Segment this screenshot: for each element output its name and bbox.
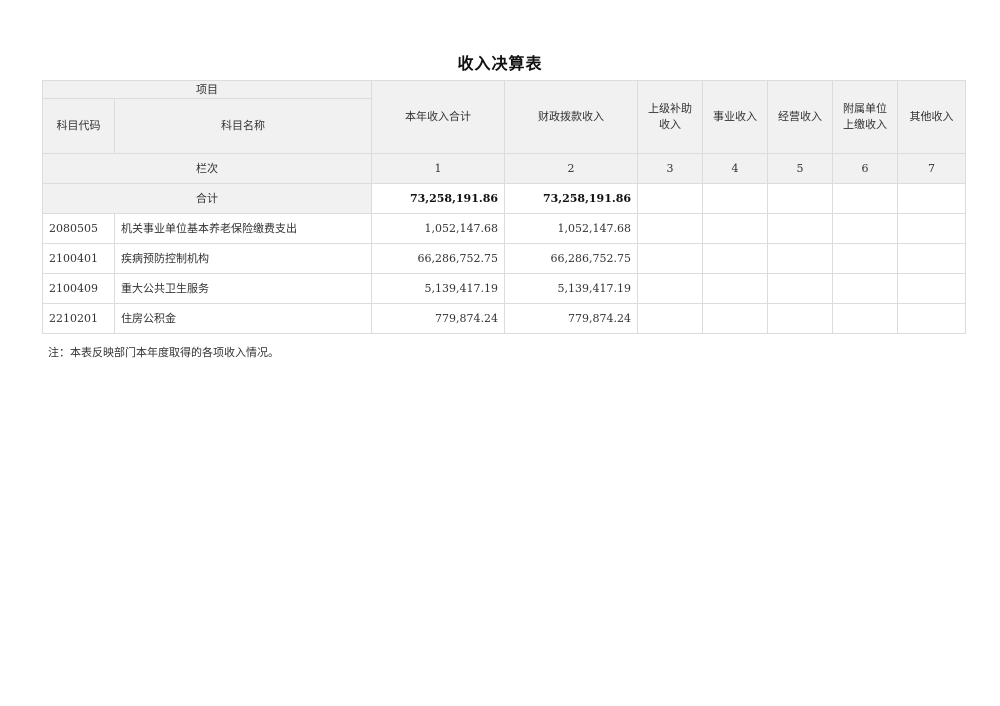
column-number: 5 (767, 153, 833, 184)
subject-name: 机关事业单位基本养老保险缴费支出 (114, 213, 372, 244)
empty-cell (832, 243, 898, 274)
subject-name: 疾病预防控制机构 (114, 243, 372, 274)
empty-cell (702, 303, 768, 334)
empty-cell (767, 303, 833, 334)
footnote: 注：本表反映部门本年度取得的各项收入情况。 (48, 346, 279, 359)
empty-cell (767, 183, 833, 214)
table-row: 2210201 住房公积金 779,874.24 779,874.24 (42, 303, 966, 334)
empty-cell (832, 273, 898, 304)
empty-cell (637, 273, 703, 304)
empty-cell (637, 243, 703, 274)
empty-cell (637, 213, 703, 244)
empty-cell (767, 243, 833, 274)
header-code: 科目代码 (42, 98, 115, 154)
empty-cell (702, 213, 768, 244)
total-fiscal-cell: 73,258,191.86 (504, 183, 638, 214)
total-income-cell: 73,258,191.86 (371, 183, 505, 214)
total-income-cell: 1,052,147.68 (371, 213, 505, 244)
column-number: 2 (504, 153, 638, 184)
subject-code: 2080505 (42, 213, 115, 244)
empty-cell (702, 183, 768, 214)
header-item: 项目 (42, 80, 372, 99)
subject-code: 2100409 (42, 273, 115, 304)
table-row: 2100409 重大公共卫生服务 5,139,417.19 5,139,417.… (42, 273, 966, 304)
header-affiliated: 附属单位 上缴收入 (832, 80, 898, 154)
column-number: 1 (371, 153, 505, 184)
total-row: 合计 73,258,191.86 73,258,191.86 (42, 183, 966, 214)
empty-cell (897, 243, 966, 274)
column-number: 3 (637, 153, 703, 184)
fiscal-cell: 5,139,417.19 (504, 273, 638, 304)
header-fiscal: 财政拨款收入 (504, 80, 638, 154)
header-operating: 经营收入 (767, 80, 833, 154)
empty-cell (897, 273, 966, 304)
empty-cell (637, 183, 703, 214)
table-row: 2080505 机关事业单位基本养老保险缴费支出 1,052,147.68 1,… (42, 213, 966, 244)
header-name: 科目名称 (114, 98, 372, 154)
total-income-cell: 779,874.24 (371, 303, 505, 334)
subject-code: 2100401 (42, 243, 115, 274)
header-superior: 上级补助 收入 (637, 80, 703, 154)
header-superior-line1: 上级补助 (648, 102, 692, 115)
column-number: 4 (702, 153, 768, 184)
header-business: 事业收入 (702, 80, 768, 154)
header-other: 其他收入 (897, 80, 966, 154)
header-superior-line2: 收入 (659, 118, 681, 131)
subject-name: 住房公积金 (114, 303, 372, 334)
empty-cell (897, 213, 966, 244)
column-row-label: 栏次 (42, 153, 372, 184)
table-row: 2100401 疾病预防控制机构 66,286,752.75 66,286,75… (42, 243, 966, 274)
page: 收入决算表 项目 本年收入合计 财政拨款收入 上级补助 收入 事业收入 经营收入… (0, 0, 1000, 706)
total-income-cell: 5,139,417.19 (371, 273, 505, 304)
empty-cell (832, 213, 898, 244)
empty-cell (637, 303, 703, 334)
header-total-income: 本年收入合计 (371, 80, 505, 154)
fiscal-cell: 779,874.24 (504, 303, 638, 334)
total-row-label: 合计 (42, 183, 372, 214)
column-number: 6 (832, 153, 898, 184)
empty-cell (832, 303, 898, 334)
income-table: 项目 本年收入合计 财政拨款收入 上级补助 收入 事业收入 经营收入 附属单位 … (42, 80, 966, 334)
subject-name: 重大公共卫生服务 (114, 273, 372, 304)
subject-code: 2210201 (42, 303, 115, 334)
empty-cell (702, 273, 768, 304)
header-affiliated-line1: 附属单位 (843, 102, 887, 115)
empty-cell (897, 303, 966, 334)
empty-cell (767, 273, 833, 304)
total-income-cell: 66,286,752.75 (371, 243, 505, 274)
column-number: 7 (897, 153, 966, 184)
report-title: 收入决算表 (457, 54, 543, 73)
empty-cell (832, 183, 898, 214)
fiscal-cell: 1,052,147.68 (504, 213, 638, 244)
empty-cell (767, 213, 833, 244)
fiscal-cell: 66,286,752.75 (504, 243, 638, 274)
header-affiliated-line2: 上缴收入 (843, 118, 887, 131)
empty-cell (702, 243, 768, 274)
empty-cell (897, 183, 966, 214)
